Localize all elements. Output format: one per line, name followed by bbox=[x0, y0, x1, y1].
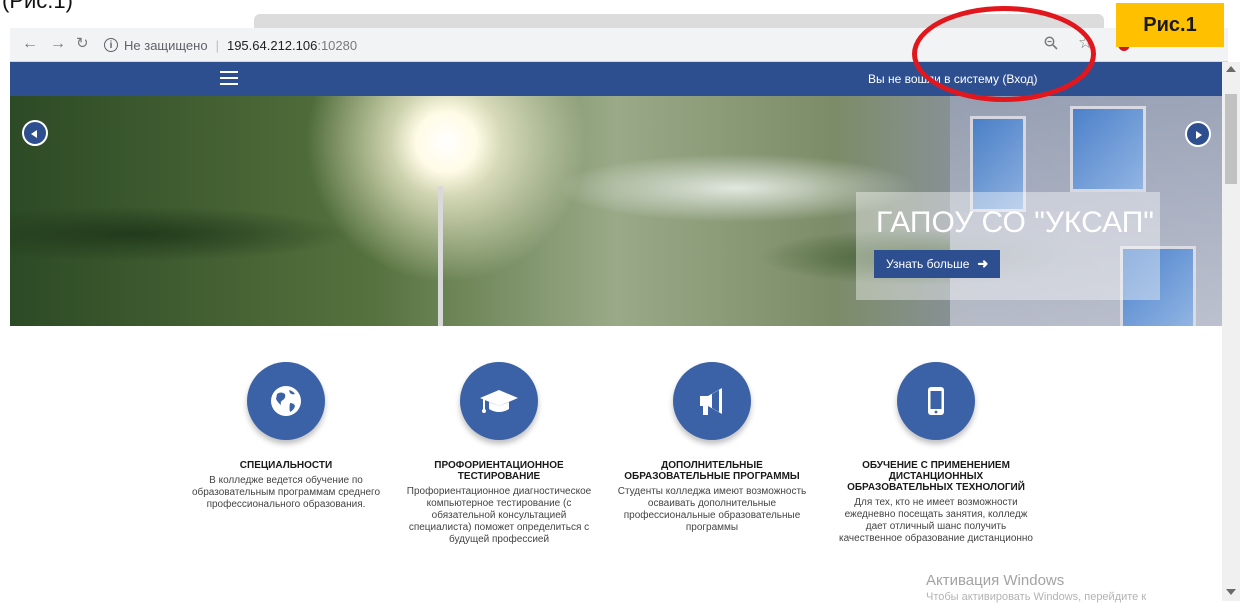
feature-extra-programs[interactable]: ДОПОЛНИТЕЛЬНЫЕ ОБРАЗОВАТЕЛЬНЫЕ ПРОГРАММЫ… bbox=[614, 362, 810, 534]
address-omnibox[interactable]: i Не защищено | 195.64.212.106 :10280 bbox=[104, 33, 357, 57]
feature-description: Студенты колледжа имеют возможность осва… bbox=[617, 486, 807, 533]
slider-prev-button[interactable] bbox=[22, 120, 48, 146]
arrow-left-icon[interactable]: ← bbox=[22, 35, 38, 53]
lamp-pole bbox=[438, 186, 443, 326]
feature-title: СПЕЦИАЛЬНОСТИ bbox=[239, 460, 333, 471]
feature-icon-circle bbox=[673, 362, 751, 440]
mobile-phone-icon bbox=[928, 387, 944, 415]
learn-more-label: Узнать больше bbox=[886, 257, 970, 271]
feature-description: Для тех, кто не имеет возможности ежедне… bbox=[839, 497, 1033, 544]
feature-specialties[interactable]: СПЕЦИАЛЬНОСТИ В колледже ведется обучени… bbox=[188, 362, 384, 511]
feature-testing[interactable]: ПРОФОРИЕНТАЦИОННОЕ ТЕСТИРОВАНИЕ Профорие… bbox=[401, 362, 597, 546]
security-label: Не защищено bbox=[124, 37, 208, 53]
feature-icon-circle bbox=[897, 362, 975, 440]
url-host: 195.64.212.106 bbox=[226, 37, 318, 53]
url-port: :10280 bbox=[317, 37, 358, 53]
feature-description: Профориентационное диагностическое компь… bbox=[406, 486, 592, 545]
highlight-ring bbox=[912, 6, 1096, 102]
figure-caption: (Рис.1) bbox=[2, 0, 73, 13]
globe-icon bbox=[271, 386, 301, 416]
arrow-right-icon: ➜ bbox=[977, 256, 989, 271]
scroll-up-icon[interactable] bbox=[1226, 66, 1236, 72]
hero-title: ГАПОУ СО "УКСАП" bbox=[876, 206, 1154, 239]
reload-icon[interactable]: ↻ bbox=[76, 35, 89, 53]
hamburger-menu-icon[interactable] bbox=[220, 71, 238, 85]
scroll-down-icon[interactable] bbox=[1226, 589, 1236, 595]
windows-activation-watermark: Активация Windows bbox=[926, 572, 1065, 589]
slider-next-button[interactable] bbox=[1185, 121, 1211, 147]
feature-title: ПРОФОРИЕНТАЦИОННОЕ ТЕСТИРОВАНИЕ bbox=[434, 460, 564, 482]
hero-caption: ГАПОУ СО "УКСАП" Узнать больше ➜ bbox=[856, 192, 1160, 300]
learn-more-button[interactable]: Узнать больше ➜ bbox=[874, 250, 1001, 278]
page-scrollbar[interactable] bbox=[1222, 62, 1240, 601]
scroll-thumb[interactable] bbox=[1225, 94, 1237, 184]
feature-title: ДОПОЛНИТЕЛЬНЫЕ ОБРАЗОВАТЕЛЬНЫЕ ПРОГРАММЫ bbox=[624, 460, 800, 482]
feature-icon-circle bbox=[460, 362, 538, 440]
megaphone-icon bbox=[700, 388, 722, 415]
feature-description: В колледже ведется обучение по образоват… bbox=[191, 475, 381, 510]
windows-activation-hint: Чтобы активировать Windows, перейдите к bbox=[926, 591, 1147, 603]
omnibox-separator: | bbox=[215, 37, 219, 53]
feature-distance-learning[interactable]: ОБУЧЕНИЕ С ПРИМЕНЕНИЕМ ДИСТАНЦИОННЫХ ОБР… bbox=[838, 362, 1034, 545]
figure-label: Рис.1 bbox=[1116, 3, 1224, 47]
info-icon[interactable]: i bbox=[104, 38, 118, 52]
arrow-right-icon[interactable]: → bbox=[50, 35, 66, 53]
feature-icon-circle bbox=[247, 362, 325, 440]
hero-slider: ГАПОУ СО "УКСАП" Узнать больше ➜ bbox=[10, 96, 1222, 326]
graduation-cap-icon bbox=[480, 390, 518, 413]
feature-title: ОБУЧЕНИЕ С ПРИМЕНЕНИЕМ ДИСТАНЦИОННЫХ ОБР… bbox=[847, 460, 1025, 493]
